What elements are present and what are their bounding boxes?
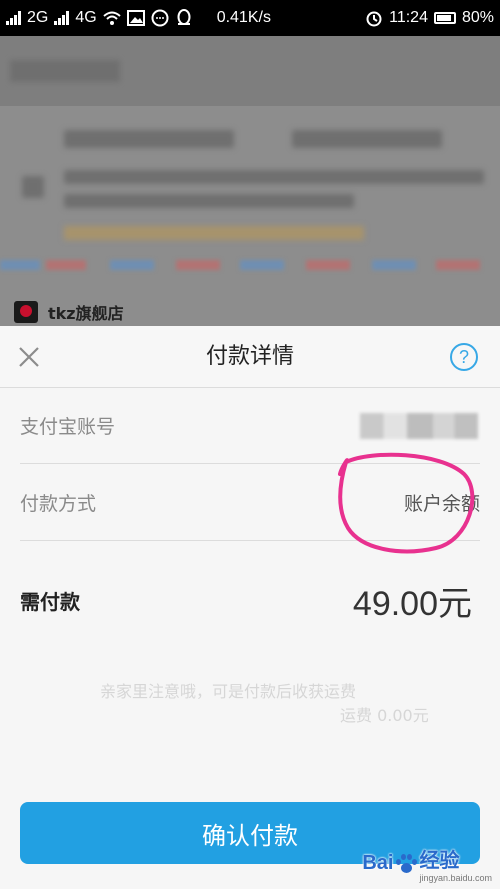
alarm-icon: [365, 9, 383, 27]
background-strip: [372, 260, 416, 270]
paw-icon: [395, 853, 418, 875]
close-icon[interactable]: [18, 346, 40, 368]
sheet-header: 付款详情 ?: [0, 326, 500, 388]
background-strip: [110, 260, 154, 270]
watermark-brand: Bai: [362, 852, 394, 874]
location-icon: [22, 176, 44, 198]
background-strip: [306, 260, 350, 270]
background-strip: [0, 260, 40, 270]
watermark-suffix: 经验: [419, 850, 460, 872]
watermark-url: jingyan.baidu.com: [419, 873, 492, 883]
background-text: [292, 130, 442, 148]
background-strip: [240, 260, 284, 270]
faded-text: 亲家里注意哦，可是付款后收获运费: [100, 682, 357, 701]
status-bar: 2G 4G 0.41K/s 11:24 80%: [0, 0, 500, 36]
signal-icon: [6, 11, 21, 25]
alipay-account-value: [360, 412, 478, 439]
help-icon[interactable]: ?: [450, 343, 478, 371]
image-icon: [126, 9, 145, 27]
clock: 11:24: [389, 9, 428, 26]
background-strip: [436, 260, 480, 270]
payment-method-label: 付款方式: [20, 493, 97, 515]
payment-method-value: 账户余额: [403, 493, 480, 515]
amount-due-value: 49.00元: [352, 584, 472, 623]
alipay-account-label: 支付宝账号: [20, 416, 116, 438]
background-text: [64, 170, 484, 184]
baidu-watermark: Bai 经验 jingyan.baidu.com: [362, 844, 492, 883]
background-strip: [46, 260, 86, 270]
network-type-1: 2G: [27, 9, 49, 26]
background-title: [10, 60, 120, 82]
network-type-2: 4G: [75, 9, 97, 26]
background-shop-row: tkz旗舰店: [0, 298, 500, 326]
shop-logo-icon: [14, 301, 38, 323]
network-speed: 0.41K/s: [216, 9, 271, 26]
chat-icon: [151, 9, 169, 27]
amount-due-label: 需付款: [20, 589, 80, 614]
battery-icon: [433, 12, 456, 24]
signal-icon: [54, 11, 70, 25]
wifi-icon: [103, 9, 121, 27]
background-text: [64, 130, 234, 148]
alipay-account-row[interactable]: 支付宝账号: [20, 388, 480, 464]
background-text: [64, 194, 354, 208]
battery-level: 80%: [461, 9, 494, 26]
amount-due-row: 需付款 49.00元: [20, 560, 480, 640]
sheet-title: 付款详情: [205, 344, 294, 369]
payment-method-row[interactable]: 付款方式 账户余额: [20, 465, 480, 541]
background-text: [64, 226, 364, 240]
qq-icon: [175, 9, 193, 27]
background-strip: [176, 260, 220, 270]
shop-name: tkz旗舰店: [48, 304, 124, 323]
faded-text: 运费 0.00元: [340, 706, 429, 725]
